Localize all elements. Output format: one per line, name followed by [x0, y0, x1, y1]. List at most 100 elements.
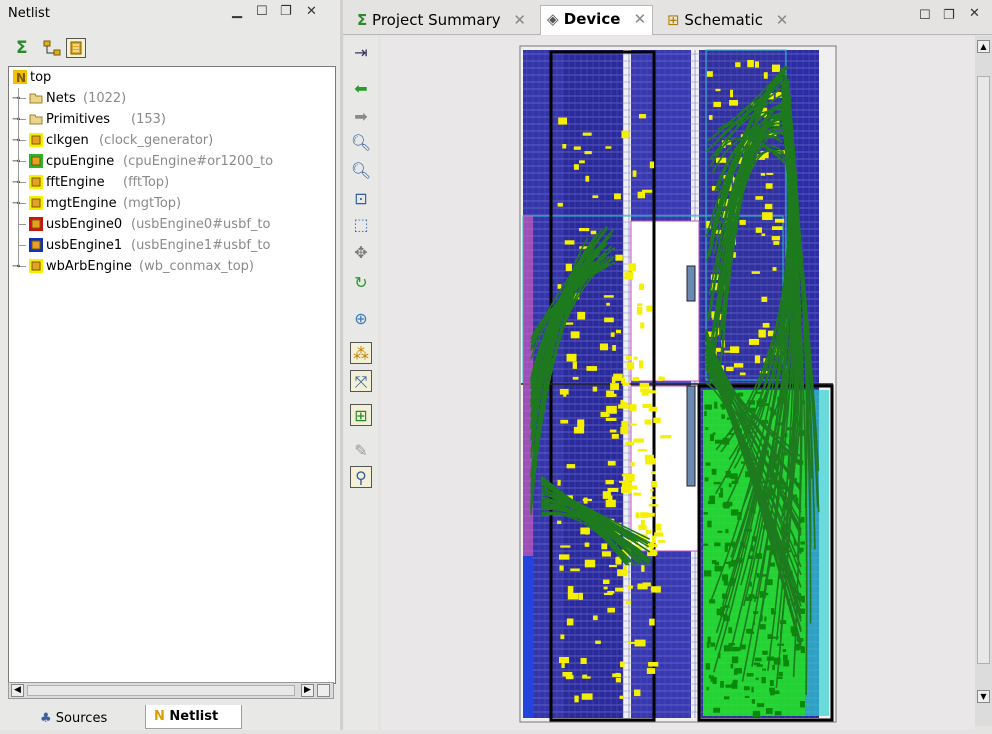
- close-icon[interactable]: ✕: [634, 10, 647, 28]
- device-view-canvas[interactable]: [381, 36, 975, 730]
- place-icon[interactable]: ⊞: [350, 404, 372, 426]
- zoom-out-icon[interactable]: 🔍︎: [350, 160, 372, 182]
- scrollbar-thumb[interactable]: [27, 685, 295, 696]
- close-icon[interactable]: ✕: [969, 6, 980, 21]
- selected-cell: [645, 530, 652, 534]
- selected-cell: [758, 329, 766, 338]
- selected-cell: [634, 689, 641, 697]
- bram-block: [686, 385, 696, 487]
- close-icon[interactable]: ✕: [513, 11, 526, 29]
- hierarchy-icon[interactable]: [42, 38, 62, 58]
- selected-cell: [560, 545, 571, 548]
- selected-cell: [615, 672, 620, 676]
- netlist-view-icon[interactable]: [66, 38, 86, 58]
- sigma-icon[interactable]: Σ: [16, 38, 36, 58]
- selected-cell: [607, 607, 615, 613]
- placed-cell: [711, 468, 717, 475]
- selected-cell: [644, 419, 652, 425]
- zoom-fit-icon[interactable]: ⊡: [350, 188, 372, 210]
- selected-cell: [603, 579, 610, 585]
- scrollbar-thumb[interactable]: [977, 76, 990, 664]
- search-icon[interactable]: ⚲: [350, 466, 372, 488]
- tree-connector: [18, 245, 26, 246]
- placed-cell: [762, 650, 768, 655]
- zoom-in-icon[interactable]: 🔍︎: [350, 132, 372, 154]
- selected-cell: [632, 170, 637, 177]
- selected-cell: [585, 175, 590, 182]
- tab-netlist[interactable]: N Netlist: [145, 705, 242, 729]
- bottom-tab-bar: ♣ Sources N Netlist: [0, 705, 340, 730]
- close-icon[interactable]: ✕: [776, 11, 789, 29]
- scroll-down-icon[interactable]: ▼: [977, 690, 990, 703]
- tree-item-name: fftEngine: [46, 175, 105, 190]
- selected-cell: [560, 419, 569, 424]
- selected-cell: [566, 464, 576, 469]
- select-area-icon[interactable]: ⬚: [350, 214, 372, 236]
- selected-cell: [656, 523, 662, 531]
- placed-cell: [703, 512, 708, 515]
- maximize-icon[interactable]: ☐: [256, 4, 268, 19]
- placed-cell: [722, 574, 729, 581]
- fit-selection-icon[interactable]: ⇥: [350, 42, 372, 64]
- selected-cell: [570, 331, 580, 339]
- placed-cell: [728, 483, 732, 488]
- selected-cell: [612, 345, 616, 351]
- selected-cell: [605, 479, 614, 485]
- tab-device[interactable]: ◈ Device ✕: [540, 5, 654, 35]
- selected-cell: [573, 146, 581, 150]
- scroll-up-icon[interactable]: ▲: [977, 40, 990, 53]
- selected-cell: [617, 569, 628, 577]
- selected-cell: [559, 656, 569, 664]
- tree-guide-line: [18, 88, 19, 266]
- tab-project-summary-label: Project Summary: [372, 11, 501, 29]
- placed-cell: [782, 654, 788, 661]
- selected-cell: [557, 202, 563, 207]
- back-arrow-icon[interactable]: ⬅: [350, 78, 372, 100]
- selected-cell: [615, 329, 622, 334]
- maximize-icon[interactable]: ☐: [919, 8, 931, 23]
- placed-cell: [735, 668, 742, 674]
- placed-cell: [707, 501, 715, 505]
- close-icon[interactable]: ✕: [306, 4, 317, 19]
- selected-cell: [637, 583, 648, 590]
- panel-divider[interactable]: [340, 0, 343, 730]
- placed-cell: [714, 542, 721, 547]
- placed-cell: [754, 657, 762, 662]
- restore-icon[interactable]: ❐: [280, 4, 292, 19]
- refresh-icon[interactable]: ↻: [350, 272, 372, 294]
- selected-cell: [651, 586, 661, 593]
- move-icon[interactable]: ⤧: [350, 370, 372, 392]
- tab-project-summary[interactable]: Σ Project Summary ✕: [351, 7, 532, 33]
- show-routing-icon[interactable]: ⁂: [350, 342, 372, 364]
- placed-cell: [751, 686, 754, 693]
- scroll-left-icon[interactable]: ◀: [11, 684, 24, 697]
- tree-item-detail: (1022): [83, 91, 127, 106]
- selected-cell: [624, 473, 635, 482]
- tab-sources[interactable]: ♣ Sources: [40, 709, 107, 729]
- folder-icon: [29, 112, 43, 126]
- minimize-icon[interactable]: ▁: [232, 4, 242, 19]
- horizontal-scrollbar[interactable]: ◀ ▶: [8, 682, 334, 699]
- unplace-icon[interactable]: ✎: [350, 440, 372, 462]
- scroll-right-icon[interactable]: ▶: [301, 684, 314, 697]
- selected-cell: [590, 230, 597, 235]
- placed-cell: [755, 677, 759, 681]
- placed-cell: [762, 668, 766, 671]
- placed-cell: [707, 636, 711, 644]
- selected-cell: [584, 559, 596, 568]
- selected-cell: [606, 390, 615, 397]
- add-pblock-icon[interactable]: ⊕: [350, 308, 372, 330]
- pan-icon[interactable]: ✥: [350, 242, 372, 264]
- selected-cell: [632, 485, 638, 490]
- tab-schematic[interactable]: ⊞ Schematic ✕: [661, 7, 794, 33]
- vertical-scrollbar[interactable]: ▲ ▼: [975, 36, 992, 726]
- restore-icon[interactable]: ❐: [943, 8, 955, 23]
- forward-arrow-icon[interactable]: ➡: [350, 106, 372, 128]
- placed-cell: [800, 516, 805, 523]
- selected-cell: [603, 586, 608, 590]
- placed-cell: [743, 686, 750, 691]
- selected-cell: [637, 449, 648, 452]
- device-floorplan[interactable]: [381, 36, 975, 730]
- selected-cell: [638, 114, 646, 119]
- selected-cell: [772, 267, 777, 271]
